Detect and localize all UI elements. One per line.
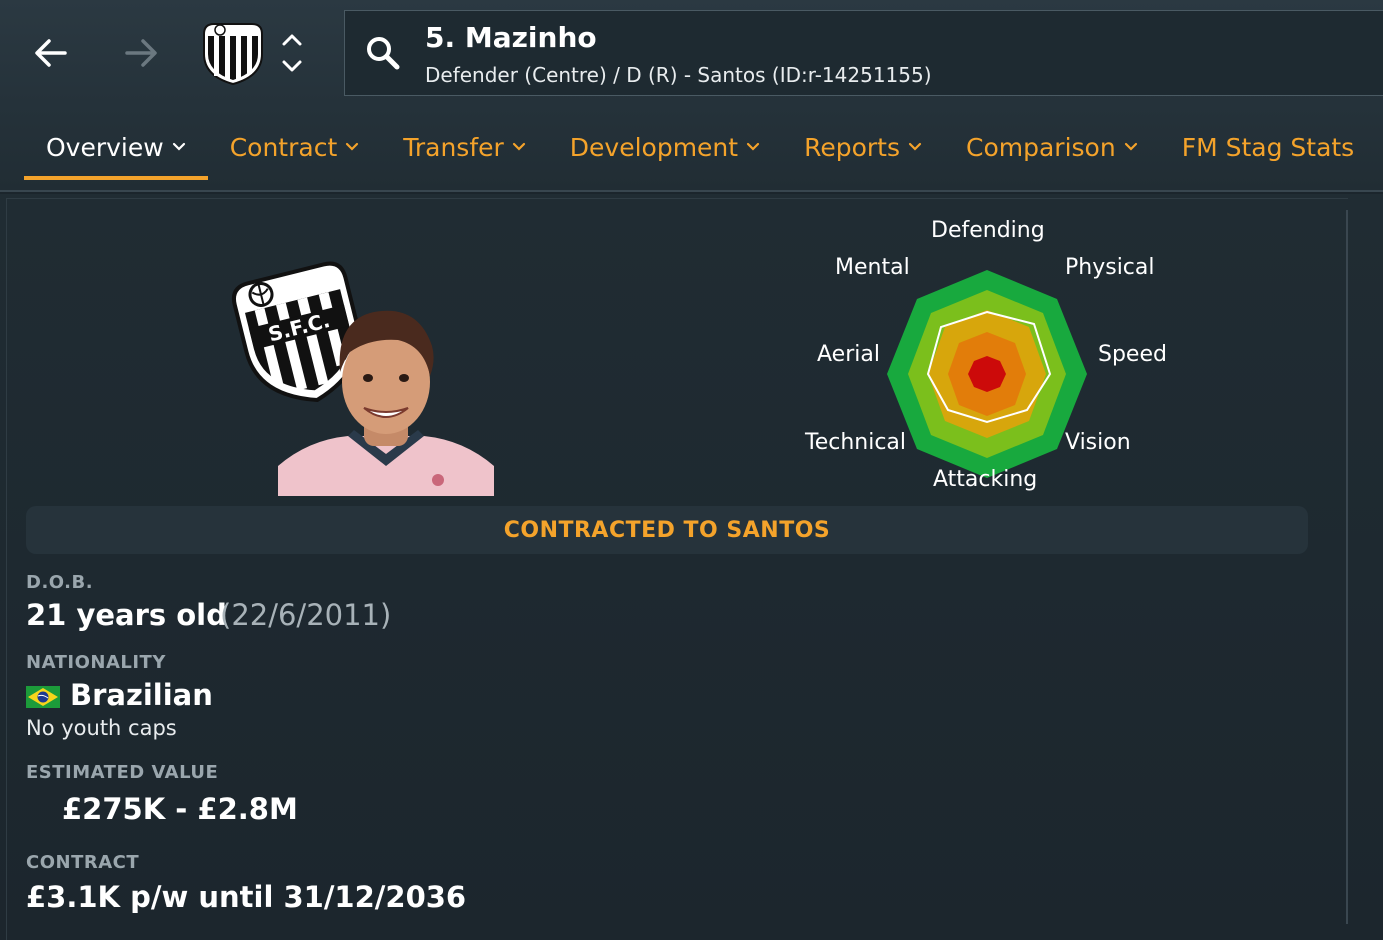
- estimated-value-label: ESTIMATED VALUE: [26, 762, 219, 783]
- tab-reports[interactable]: Reports: [782, 120, 944, 180]
- dob-label: D.O.B.: [26, 572, 94, 593]
- tab-comparison[interactable]: Comparison: [944, 120, 1160, 180]
- arrow-left-icon: [35, 39, 67, 67]
- club-crest-icon[interactable]: [198, 20, 268, 86]
- age-value: 21 years old: [26, 598, 227, 632]
- search-icon[interactable]: [363, 33, 403, 73]
- brazil-flag-icon[interactable]: [26, 686, 60, 708]
- tab-bar: Overview Contract Transfer Development R…: [24, 120, 1354, 180]
- nationality-value[interactable]: Brazilian: [70, 678, 213, 712]
- radar-label-vision: Vision: [1065, 430, 1131, 455]
- player-title: 5. Mazinho: [425, 21, 597, 54]
- chevron-down-icon: [1124, 142, 1137, 151]
- tab-development[interactable]: Development: [548, 120, 782, 180]
- radar-label-speed: Speed: [1098, 342, 1167, 367]
- tab-overview[interactable]: Overview: [24, 120, 208, 180]
- tab-transfer[interactable]: Transfer: [381, 120, 548, 180]
- tab-fm-stag-stats[interactable]: FM Stag Stats: [1160, 120, 1355, 180]
- arrow-right-icon: [125, 39, 157, 67]
- forward-button[interactable]: [118, 30, 164, 76]
- chevron-down-icon: [746, 142, 760, 151]
- radar-label-defending: Defending: [931, 218, 1045, 243]
- attribute-radar: Defending Physical Speed Vision Attackin…: [800, 214, 1180, 504]
- radar-label-physical: Physical: [1065, 255, 1155, 280]
- player-search-box[interactable]: 5. Mazinho Defender (Centre) / D (R) - S…: [344, 10, 1383, 96]
- nationality-label: NATIONALITY: [26, 652, 166, 673]
- radar-label-mental: Mental: [835, 255, 910, 280]
- radar-label-attacking: Attacking: [933, 467, 1038, 492]
- chevron-down-icon: [172, 142, 185, 151]
- dob-date: (22/6/2011): [220, 598, 392, 632]
- overview-panel: S.F.C. Defending Physical Speed Vision A…: [0, 194, 1383, 940]
- tab-label: FM Stag Stats: [1181, 132, 1355, 162]
- player-photo: [278, 310, 494, 496]
- scrollbar[interactable]: [1346, 210, 1348, 924]
- chevron-down-icon: [346, 142, 359, 151]
- contract-value[interactable]: £3.1K p/w until 31/12/2036: [26, 880, 466, 914]
- tab-contract[interactable]: Contract: [208, 120, 382, 180]
- contract-label: CONTRACT: [26, 852, 140, 873]
- estimated-value: £275K - £2.8M: [62, 792, 298, 826]
- header-bar: 5. Mazinho Defender (Centre) / D (R) - S…: [0, 0, 1383, 192]
- radar-label-aerial: Aerial: [817, 342, 880, 367]
- chevron-down-icon: [512, 142, 525, 151]
- back-button[interactable]: [28, 30, 74, 76]
- radar-label-technical: Technical: [805, 430, 907, 455]
- chevron-down-icon: [908, 142, 922, 151]
- tab-label: Comparison: [966, 132, 1116, 162]
- youth-caps-text: No youth caps: [26, 716, 177, 740]
- cycle-player-button[interactable]: [278, 28, 306, 78]
- tab-label: Transfer: [403, 132, 504, 162]
- chevron-up-down-icon: [282, 34, 302, 72]
- tab-label: Contract: [229, 132, 338, 162]
- player-subtitle: Defender (Centre) / D (R) - Santos (ID:r…: [425, 63, 932, 87]
- tab-label: Development: [569, 132, 739, 162]
- contract-status-banner: CONTRACTED TO SANTOS: [26, 506, 1308, 554]
- tab-label: Reports: [804, 132, 900, 162]
- tab-label: Overview: [46, 132, 164, 162]
